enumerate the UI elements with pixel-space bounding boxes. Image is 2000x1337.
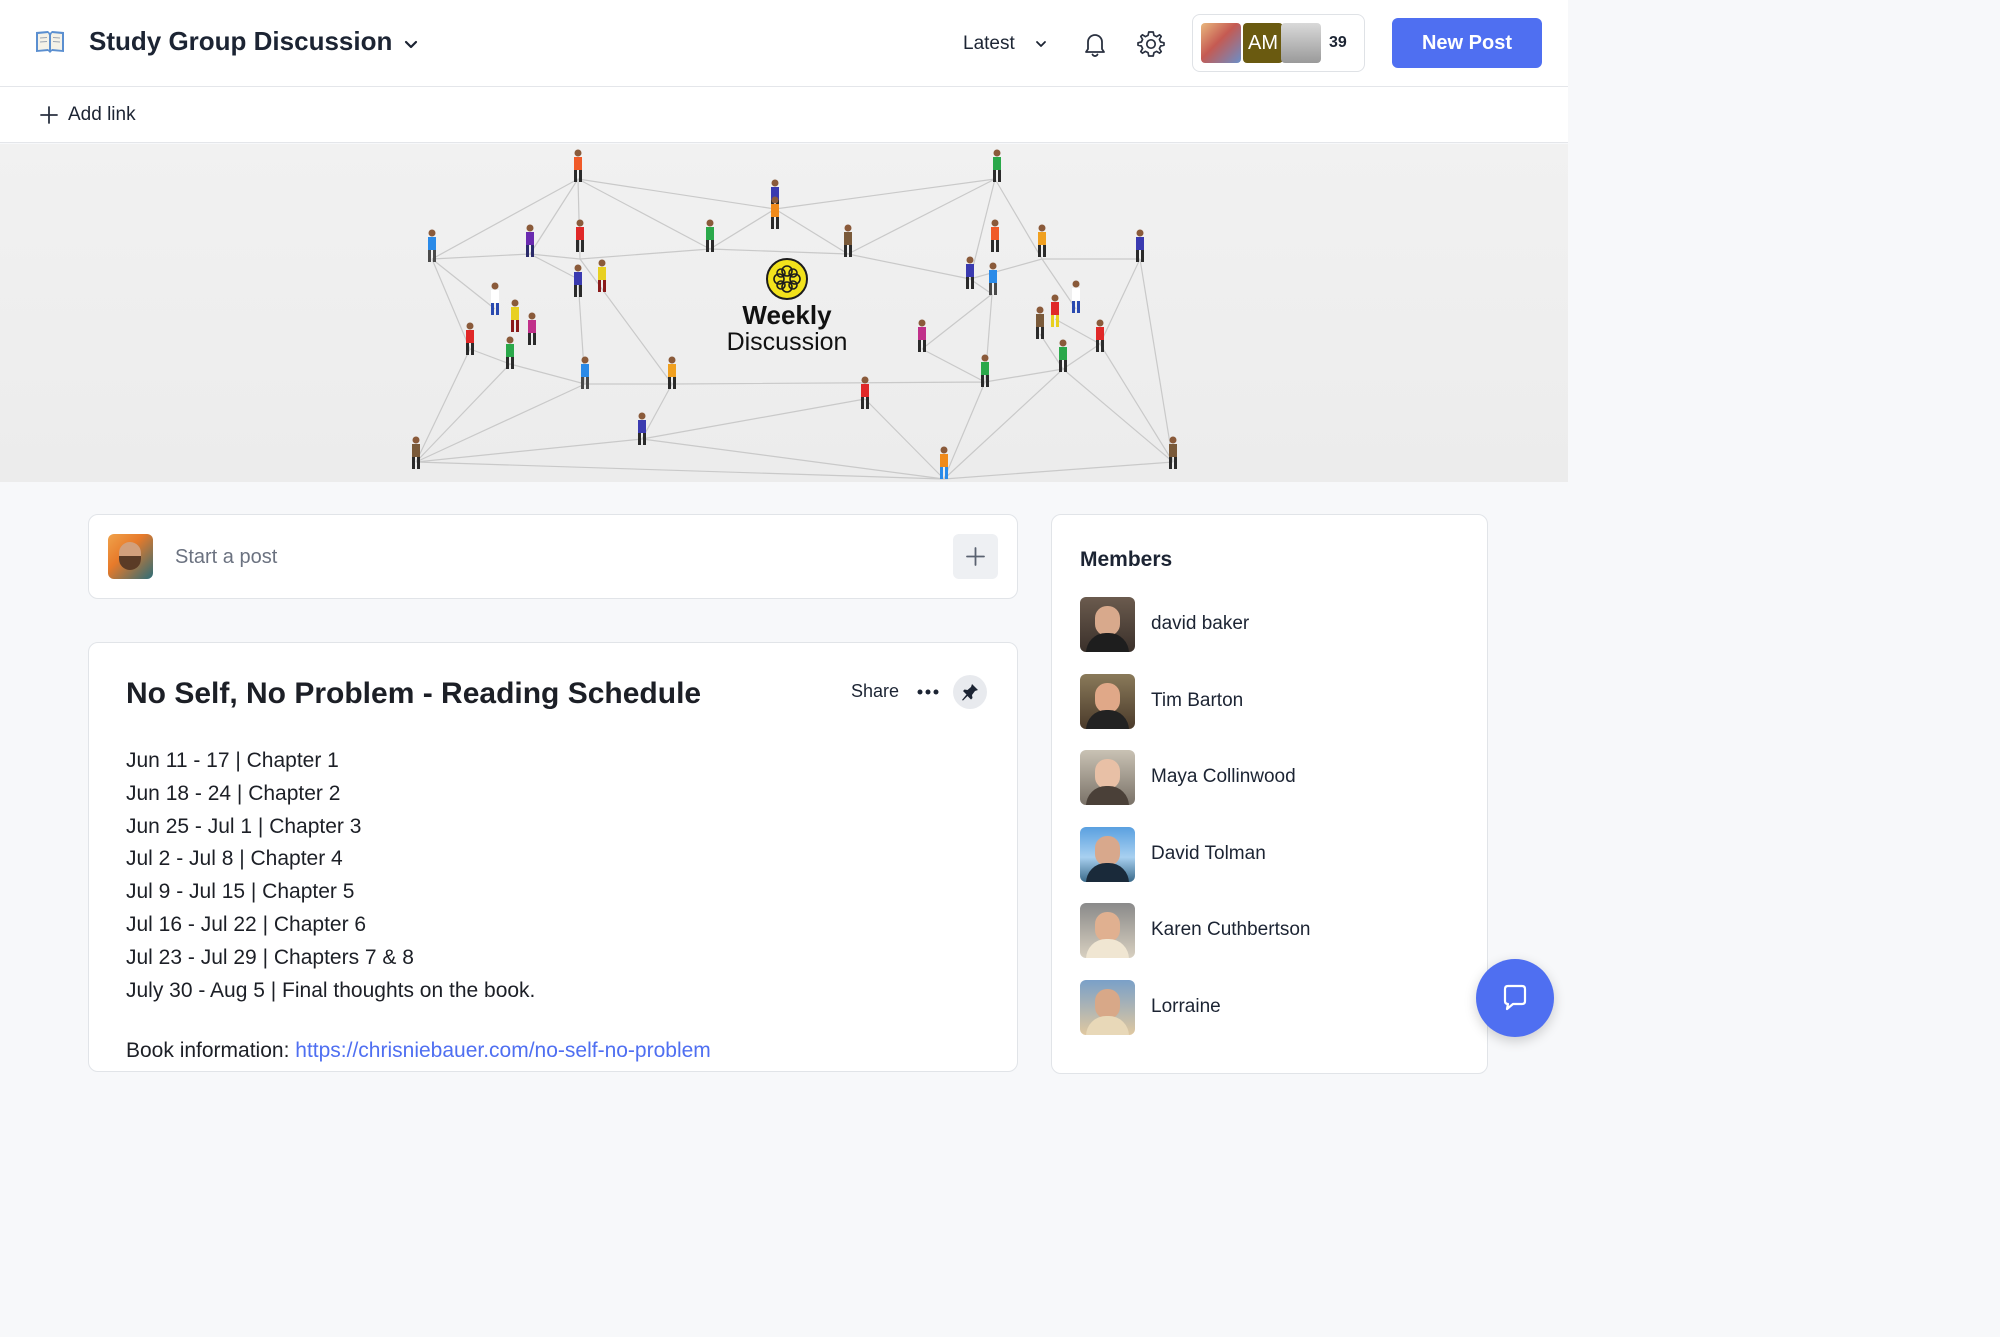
avatar <box>1281 23 1321 63</box>
post-composer[interactable]: Start a post <box>88 514 1018 599</box>
member-item[interactable]: Karen Cuthbertson <box>1080 903 1460 959</box>
avatar <box>1080 750 1135 805</box>
book-icon <box>36 31 64 53</box>
plus-icon[interactable] <box>38 104 60 126</box>
ellipsis-icon[interactable] <box>917 688 939 696</box>
schedule-item: Jun 25 - Jul 1 | Chapter 3 <box>126 814 362 838</box>
chat-bubble-icon <box>1503 984 1527 1011</box>
members-title: Members <box>1080 548 1173 571</box>
space-title[interactable]: Study Group Discussion <box>89 26 392 57</box>
members-avatar-group[interactable]: AM 39 <box>1192 14 1365 72</box>
pin-button[interactable] <box>953 675 987 709</box>
avatar <box>108 534 153 579</box>
member-item[interactable]: Lorraine <box>1080 980 1460 1036</box>
members-panel: Members david baker Tim Barton Maya Coll… <box>1051 514 1488 1074</box>
chevron-down-icon[interactable] <box>401 34 421 54</box>
member-name: Karen Cuthbertson <box>1151 919 1311 940</box>
chevron-down-icon[interactable] <box>1032 35 1050 53</box>
sort-dropdown[interactable]: Latest <box>963 33 1015 55</box>
avatar <box>1080 674 1135 729</box>
schedule-item: Jul 16 - Jul 22 | Chapter 6 <box>126 912 367 936</box>
member-item[interactable]: Tim Barton <box>1080 674 1460 730</box>
member-name: Tim Barton <box>1151 690 1244 711</box>
schedule-item: Jul 2 - Jul 8 | Chapter 4 <box>126 847 343 871</box>
top-bar: Study Group Discussion Latest AM 39 New … <box>0 0 1568 87</box>
post-title[interactable]: No Self, No Problem - Reading Schedule <box>126 677 701 711</box>
start-post-input[interactable]: Start a post <box>175 546 277 569</box>
chat-button[interactable] <box>1476 959 1554 1037</box>
member-name: Maya Collinwood <box>1151 766 1296 787</box>
member-name: Lorraine <box>1151 996 1221 1017</box>
gear-icon[interactable] <box>1135 28 1167 60</box>
book-information: Book information: https://chrisniebauer.… <box>126 1039 711 1063</box>
avatar <box>1201 23 1241 63</box>
plus-icon <box>966 547 985 566</box>
space-banner: Weekly Discussion <box>0 144 1568 482</box>
share-button[interactable]: Share <box>851 681 899 702</box>
banner-title-line2: Discussion <box>727 328 848 356</box>
member-count: 39 <box>1329 34 1347 51</box>
avatar <box>1080 597 1135 652</box>
avatar: AM <box>1243 23 1283 63</box>
schedule-item: Jun 11 - 17 | Chapter 1 <box>126 749 339 772</box>
member-name: david baker <box>1151 613 1250 634</box>
banner-title-line1: Weekly <box>742 300 832 330</box>
weekly-discussion-logo <box>766 258 808 300</box>
pin-icon <box>962 684 978 701</box>
reading-schedule: Jun 11 - 17 | Chapter 1 Jun 18 - 24 | Ch… <box>126 745 535 1007</box>
member-name: David Tolman <box>1151 843 1266 864</box>
member-item[interactable]: Maya Collinwood <box>1080 750 1460 806</box>
bell-icon[interactable] <box>1079 28 1111 60</box>
link-bar <box>0 87 1568 143</box>
book-info-label: Book information: <box>126 1039 290 1062</box>
avatar <box>1080 827 1135 882</box>
post-card: No Self, No Problem - Reading Schedule S… <box>88 642 1018 1072</box>
schedule-item: Jul 23 - Jul 29 | Chapters 7 & 8 <box>126 945 414 969</box>
network-illustration: Weekly Discussion <box>412 149 1177 480</box>
avatar <box>1080 903 1135 958</box>
new-post-button[interactable]: New Post <box>1392 18 1542 68</box>
add-link-button[interactable]: Add link <box>68 104 136 126</box>
avatar <box>1080 980 1135 1035</box>
schedule-item: July 30 - Aug 5 | Final thoughts on the … <box>126 978 536 1002</box>
member-item[interactable]: david baker <box>1080 597 1460 653</box>
composer-add-button[interactable] <box>953 534 998 579</box>
book-info-link[interactable]: https://chrisniebauer.com/no-self-no-pro… <box>295 1039 711 1062</box>
member-item[interactable]: David Tolman <box>1080 827 1460 883</box>
schedule-item: Jun 18 - 24 | Chapter 2 <box>126 781 341 805</box>
schedule-item: Jul 9 - Jul 15 | Chapter 5 <box>126 880 355 904</box>
